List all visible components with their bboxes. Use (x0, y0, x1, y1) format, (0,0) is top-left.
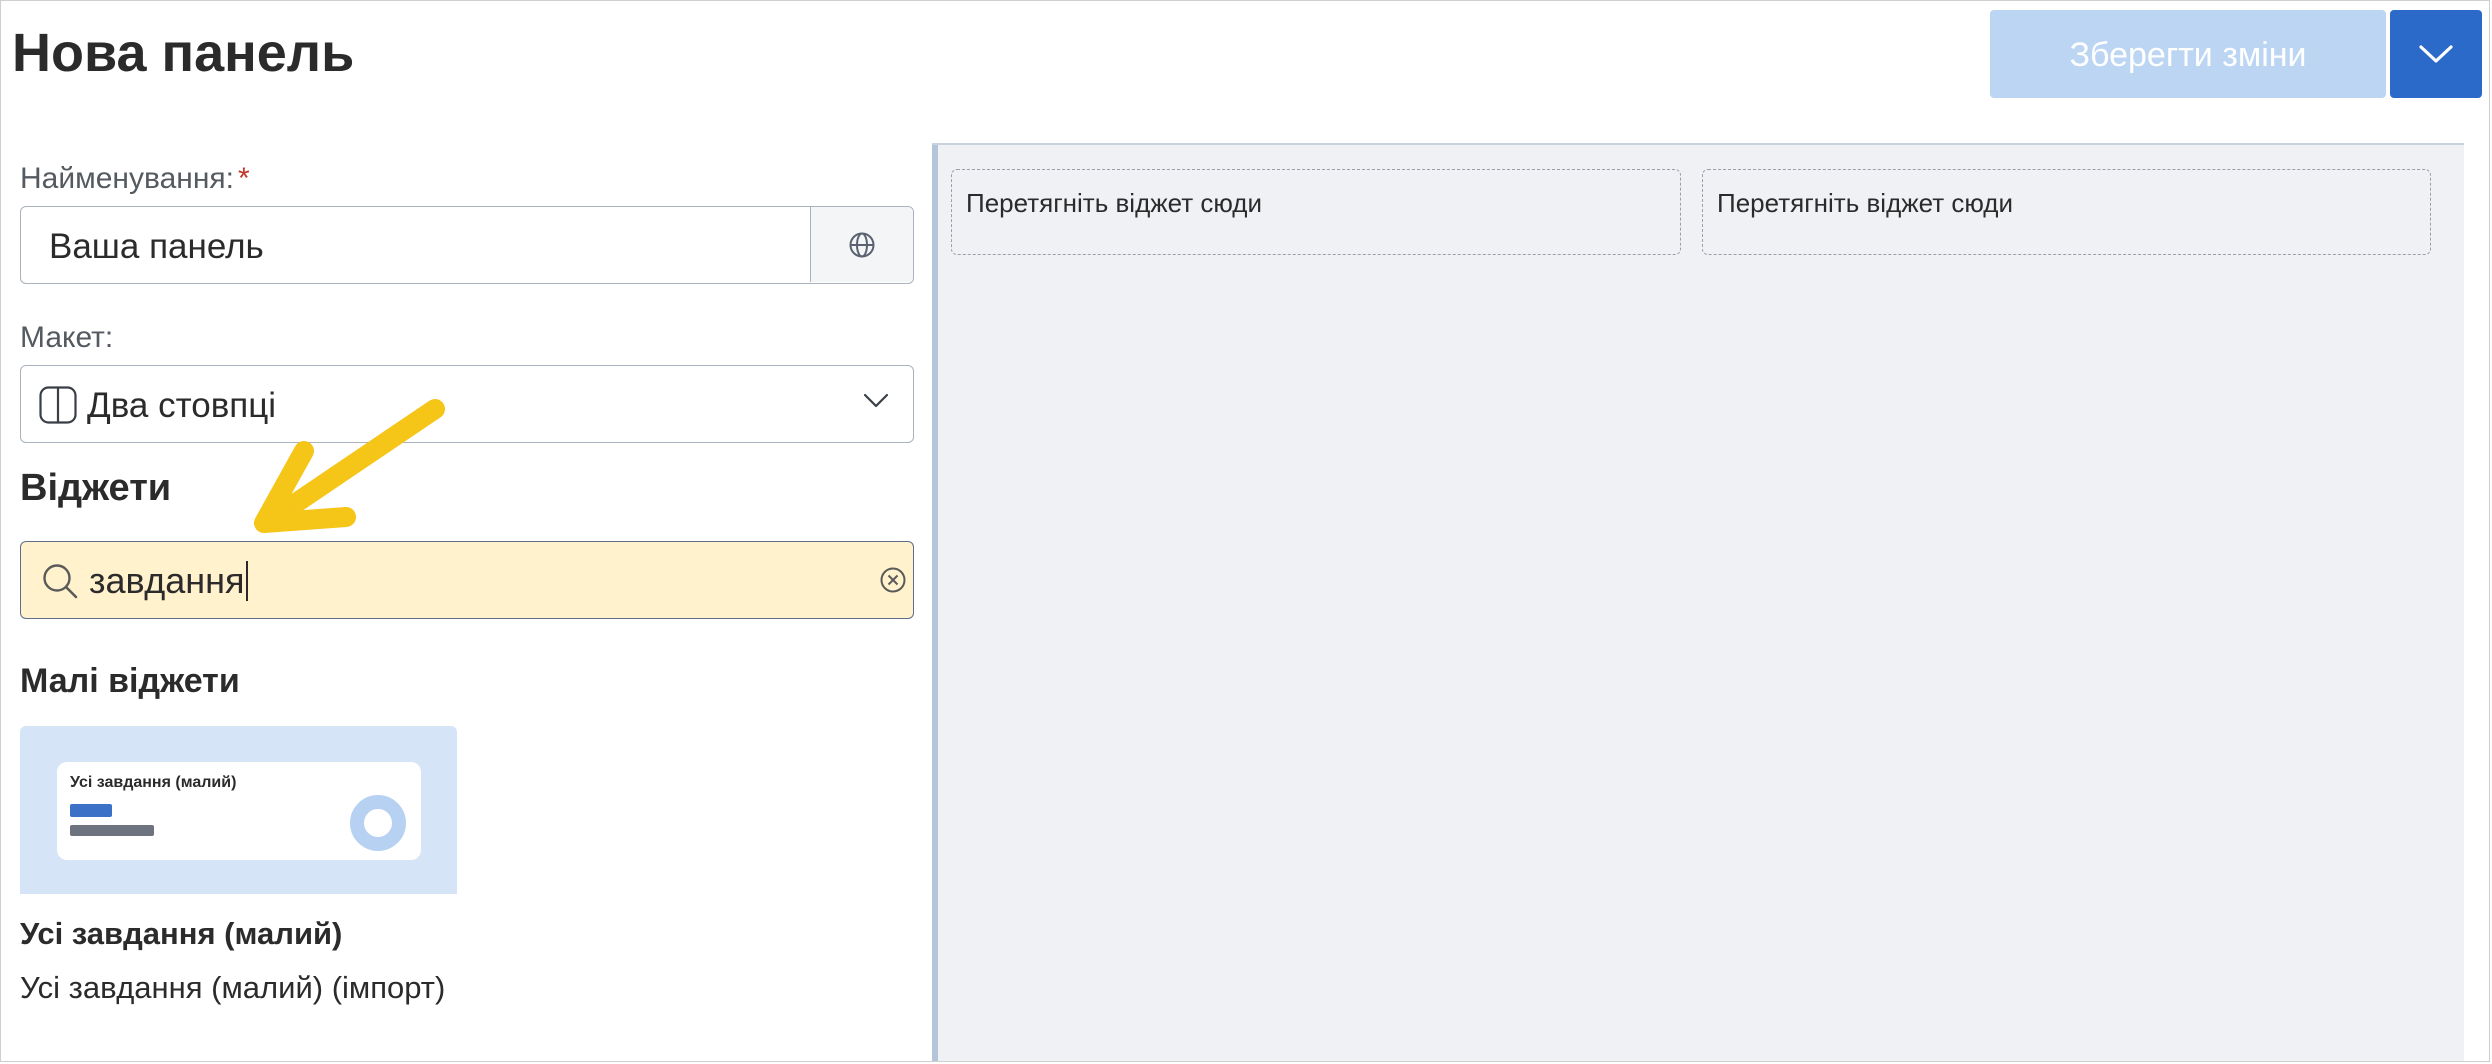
save-options-dropdown-button[interactable] (2390, 10, 2482, 98)
name-label-text: Найменування: (20, 162, 234, 195)
layout-label: Макет: (20, 321, 114, 354)
annotation-arrow-icon (254, 399, 445, 533)
widget-name[interactable]: Усі завдання (малий) (20, 916, 342, 952)
widget-description: Усі завдання (малий) (імпорт) (20, 970, 446, 1005)
search-input-value: завдання (89, 560, 248, 602)
name-input-value: Ваша панель (49, 227, 264, 266)
chevron-down-icon (863, 393, 889, 408)
name-label: Найменування: * (20, 162, 250, 196)
small-widgets-title: Малі віджети (20, 662, 240, 700)
clear-icon[interactable] (879, 566, 907, 594)
widget-preview-card[interactable]: Усі завдання (малий) (20, 726, 457, 894)
name-input[interactable]: Ваша панель (20, 206, 914, 284)
widget-preview-title: Усі завдання (малий) (70, 774, 237, 791)
canvas-top-border (932, 143, 2464, 145)
chevron-down-icon (2419, 45, 2453, 63)
save-changes-button[interactable]: Зберегти зміни (1990, 10, 2386, 98)
text-caret (245, 561, 248, 601)
widget-preview-inner: Усі завдання (малий) (57, 762, 421, 860)
widgets-section-title: Віджети (20, 467, 172, 509)
donut-chart-icon (350, 795, 406, 851)
globe-icon (849, 232, 875, 257)
translate-button[interactable] (810, 207, 913, 282)
layout-select-value: Два стовпці (87, 386, 277, 425)
preview-bar-primary (70, 804, 112, 817)
search-icon (43, 564, 78, 599)
dashboard-canvas[interactable]: Перетягніть віджет сюди Перетягніть відж… (932, 143, 2464, 1061)
drop-zone-column-2[interactable]: Перетягніть віджет сюди (1702, 169, 2431, 255)
widget-search-input[interactable]: завдання (20, 541, 914, 619)
drop-zone-column-1[interactable]: Перетягніть віджет сюди (951, 169, 1681, 255)
two-columns-icon (39, 386, 77, 424)
page-title: Нова панель (12, 23, 355, 83)
required-mark: * (237, 162, 250, 195)
layout-select[interactable]: Два стовпці (20, 365, 914, 443)
search-query-text: завдання (89, 560, 245, 601)
preview-bar-secondary (70, 825, 154, 836)
